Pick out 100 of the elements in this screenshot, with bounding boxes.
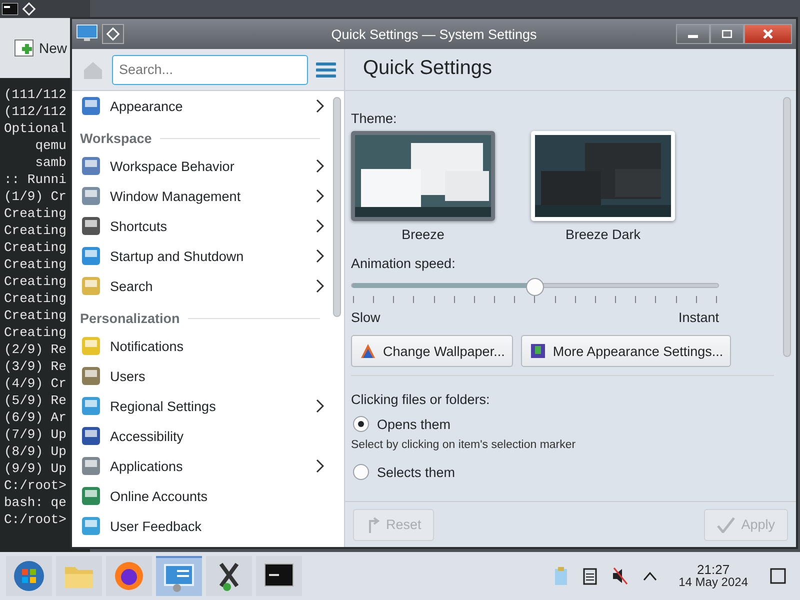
clicking-label: Clicking files or folders: xyxy=(351,392,491,407)
sidebar-item[interactable]: Appearance xyxy=(80,91,330,121)
section-heading: Personalization xyxy=(80,301,330,331)
terminal-line: (8/9) Up xyxy=(4,443,66,460)
module-icon xyxy=(80,95,102,117)
globe-icon xyxy=(113,560,145,592)
terminal-line: qemu xyxy=(34,137,66,154)
clock[interactable]: 21:27 14 May 2024 xyxy=(670,564,756,588)
monitor-icon xyxy=(163,561,195,593)
terminal-line: Creating xyxy=(4,290,66,307)
terminal-line: :: Runni xyxy=(4,171,66,188)
picture-icon xyxy=(359,342,377,360)
module-icon xyxy=(80,425,102,447)
chevron-icon xyxy=(316,279,324,293)
terminal-line: (5/9) Re xyxy=(4,392,66,409)
module-icon xyxy=(80,515,102,537)
chevron-icon xyxy=(316,459,324,473)
push-button[interactable]: More Appearance Settings... xyxy=(520,335,732,367)
sidebar-item[interactable]: Users xyxy=(80,361,330,391)
slider-handle[interactable] xyxy=(526,278,544,296)
clock-time: 21:27 xyxy=(697,564,730,576)
sidebar-item[interactable]: Shortcuts xyxy=(80,211,330,241)
muted-speaker-icon[interactable] xyxy=(610,567,629,585)
terminal-line: (111/112 xyxy=(4,86,66,103)
terminal-line: (3/9) Re xyxy=(4,358,66,375)
search-field[interactable]: Search... xyxy=(112,54,308,84)
sidebar-item[interactable]: Window Management xyxy=(80,181,330,211)
scrollbar[interactable] xyxy=(783,97,791,357)
chevron-icon xyxy=(316,159,324,173)
minimize-button[interactable] xyxy=(676,24,710,44)
radio-button[interactable] xyxy=(353,416,369,432)
terminal-line: bash: qe xyxy=(4,494,66,511)
plus-icon xyxy=(14,37,36,59)
terminal-line: Creating xyxy=(4,324,66,341)
sidebar-item[interactable]: Workspace Behavior xyxy=(80,151,330,181)
chevron-icon xyxy=(316,399,324,413)
sidebar-item[interactable]: Notifications xyxy=(80,331,330,361)
chevron-icon xyxy=(316,189,324,203)
terminal-line: (2/9) Re xyxy=(4,341,66,358)
terminal-line: samb xyxy=(34,154,66,171)
module-icon xyxy=(80,155,102,177)
notes-icon[interactable] xyxy=(582,567,597,585)
module-icon xyxy=(80,245,102,267)
clock-date: 14 May 2024 xyxy=(678,576,748,588)
radio-label[interactable]: Opens them xyxy=(377,416,451,432)
sidebar-item[interactable]: Accessibility xyxy=(80,421,330,451)
maximize-icon xyxy=(722,30,732,38)
sidebar-item[interactable]: User Feedback xyxy=(80,511,330,541)
chevron-icon xyxy=(316,99,324,113)
module-icon xyxy=(80,485,102,507)
theme-label: Theme: xyxy=(351,111,398,126)
section-heading: Workspace xyxy=(80,121,330,151)
sidebar-item[interactable]: Search xyxy=(80,271,330,301)
terminal-line: Creating xyxy=(4,273,66,290)
module-icon xyxy=(80,215,102,237)
taskbar-item[interactable] xyxy=(256,556,302,596)
close-icon xyxy=(763,29,773,39)
close-button[interactable] xyxy=(744,24,792,44)
maximize-button[interactable] xyxy=(710,24,744,44)
terminal-line: (9/9) Up xyxy=(4,460,66,477)
module-icon xyxy=(80,185,102,207)
terminal-icon[interactable] xyxy=(2,3,18,15)
terminal-line: Creating xyxy=(4,205,66,222)
checkmark-icon xyxy=(717,516,736,532)
module-icon xyxy=(80,395,102,417)
menu-icon[interactable] xyxy=(316,62,336,78)
module-icon xyxy=(80,335,102,357)
terminal-line: Creating xyxy=(4,256,66,273)
terminal-line: (7/9) Up xyxy=(4,426,66,443)
terminal-line: Creating xyxy=(4,222,66,239)
sidebar-item[interactable]: Applications xyxy=(80,451,330,481)
module-icon xyxy=(80,455,102,477)
show-desktop-icon[interactable] xyxy=(770,568,786,584)
start-orb-icon xyxy=(13,560,45,592)
taskbar-item[interactable] xyxy=(206,556,252,596)
terminal-line: (4/9) Cr xyxy=(4,375,66,392)
page-title: Quick Settings xyxy=(345,49,796,91)
chevron-icon xyxy=(316,219,324,233)
terminal-line: C:/root> xyxy=(4,477,66,494)
sidebar-item[interactable]: Startup and Shutdown xyxy=(80,241,330,271)
sidebar-item[interactable]: Regional Settings xyxy=(80,391,330,421)
terminal-line: (6/9) Ar xyxy=(4,409,66,426)
option-hint: Select by clicking on item's selection marker xyxy=(351,439,577,451)
chevron-icon xyxy=(316,249,324,263)
push-button[interactable]: Change Wallpaper... xyxy=(351,335,513,367)
radio-label[interactable]: Selects them xyxy=(377,464,456,480)
clipboard-icon[interactable] xyxy=(552,566,569,586)
terminal-line: Creating xyxy=(4,239,66,256)
chevron-up-icon[interactable] xyxy=(642,571,657,581)
window-title: Quick Settings — System Settings xyxy=(330,26,538,42)
terminal-line: Optional xyxy=(4,120,66,137)
module-icon xyxy=(80,275,102,297)
scrollbar[interactable] xyxy=(333,97,341,317)
radio-button[interactable] xyxy=(353,464,369,480)
sidebar-item[interactable]: Online Accounts xyxy=(80,481,330,511)
slider-max-label: Instant xyxy=(678,310,719,325)
animation-label: Animation speed: xyxy=(351,256,456,271)
slider-min-label: Slow xyxy=(351,310,380,325)
monitor-icon[interactable] xyxy=(76,24,98,42)
terminal-line: C:/root> xyxy=(4,511,66,528)
